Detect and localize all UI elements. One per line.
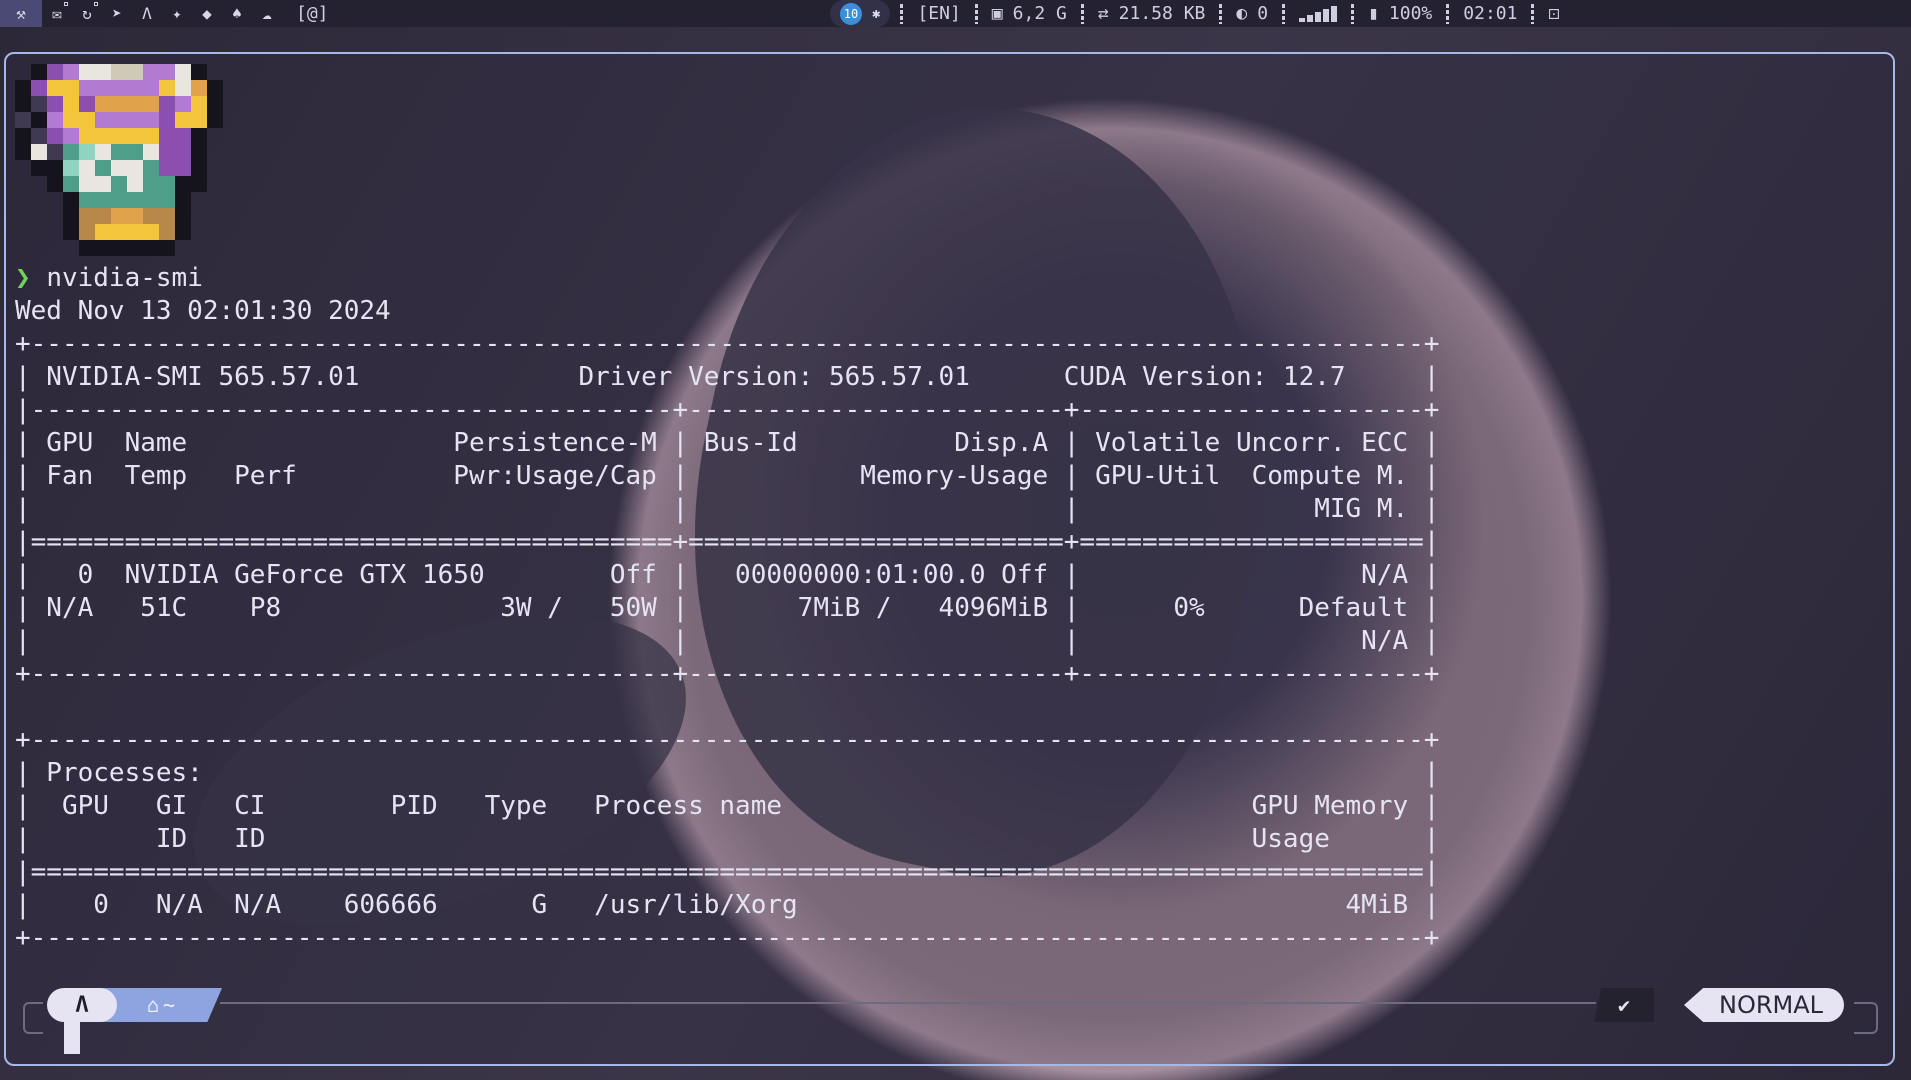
battery-module[interactable]: ▮ 100% <box>1354 0 1446 27</box>
notifications-module[interactable]: ◐ 0 <box>1222 0 1282 27</box>
docker-icon[interactable]: ☁ <box>252 0 282 27</box>
prompt-arrow-icon: ❯ <box>15 263 31 293</box>
editor-icon[interactable]: ✦ <box>162 0 192 27</box>
memory-icon: ▣ <box>991 3 1003 24</box>
system-tray: 10 ✱ <box>830 0 891 27</box>
prompt-frame-right <box>1854 1002 1878 1034</box>
network-transfer-icon: ⇄ <box>1097 3 1109 24</box>
prompt-line[interactable]: ⌂ ~ Λ ✔ NORMAL <box>20 988 1886 1054</box>
status-modules: 10 ✱ [EN] ▣ 6,2 G ⇄ 21.58 KB ◐ 0 ▮ 100% … <box>830 0 1573 27</box>
terminal-output: ❯ nvidia-smi Wed Nov 13 02:01:30 2024 +-… <box>15 262 1439 955</box>
nvidia-smi-output: Wed Nov 13 02:01:30 2024 +--------------… <box>15 296 1440 953</box>
prompt-frame-left <box>23 1002 43 1034</box>
arch-icon[interactable]: Λ <box>132 0 162 27</box>
bluetooth-icon[interactable]: ✱ <box>872 6 880 22</box>
notification-icon: ◐ <box>1236 3 1248 24</box>
status-check-icon: ✔ <box>1594 988 1654 1022</box>
telegram-icon[interactable]: ➤ <box>102 0 132 27</box>
power-menu[interactable]: ⚀ <box>1534 0 1573 27</box>
workspace-list: ⚒ ✉ ↻ ➤ Λ ✦ ◆ ♠ ☁ [@] <box>0 0 329 27</box>
memory-module[interactable]: ▣ 6,2 G <box>978 0 1081 27</box>
linux-icon[interactable]: ♠ <box>222 0 252 27</box>
volume-module[interactable] <box>1285 0 1351 27</box>
mail-icon[interactable]: ✉ <box>42 0 72 27</box>
top-bar: ⚒ ✉ ↻ ➤ Λ ✦ ◆ ♠ ☁ [@] 10 ✱ [EN] ▣ 6,2 G … <box>0 0 1911 27</box>
git-icon[interactable]: ◆ <box>192 0 222 27</box>
volume-level-icon <box>1299 5 1338 22</box>
terminal-icon[interactable]: ⚒ <box>0 0 42 27</box>
telegram-tray-icon[interactable]: 10 <box>840 2 862 25</box>
prompt-frame-line <box>220 1002 1596 1004</box>
directory-label: ~ <box>163 993 176 1017</box>
pixel-art-logo <box>15 64 239 256</box>
directory-segment: ⌂ ~ <box>100 988 222 1022</box>
clock-module[interactable]: 02:01 <box>1449 0 1531 27</box>
window-title: [@] <box>296 3 329 24</box>
cursor-block <box>64 1020 80 1054</box>
refresh-icon[interactable]: ↻ <box>72 0 102 27</box>
arch-logo-icon: Λ <box>47 988 117 1022</box>
power-menu-icon: ⚀ <box>1548 3 1560 24</box>
command-text: nvidia-smi <box>46 263 203 293</box>
keyboard-layout[interactable]: [EN] <box>903 0 974 27</box>
network-module[interactable]: ⇄ 21.58 KB <box>1084 0 1220 27</box>
battery-icon: ▮ <box>1368 3 1379 24</box>
vi-mode-indicator: NORMAL <box>1684 988 1844 1022</box>
home-icon: ⌂ <box>146 993 159 1017</box>
